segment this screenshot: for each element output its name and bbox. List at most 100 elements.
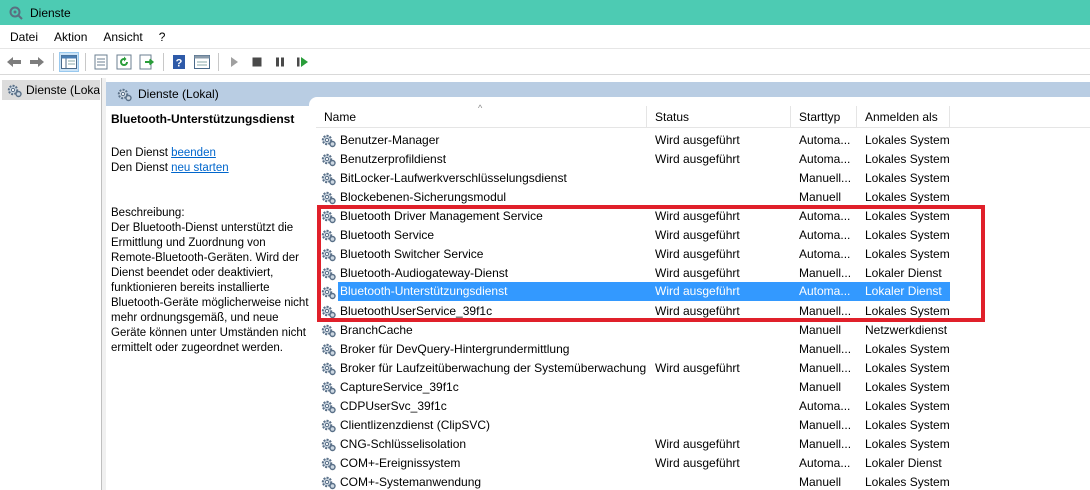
service-starttype: Automa... xyxy=(799,455,851,470)
service-logon: Lokaler Dienst xyxy=(857,282,950,301)
service-row[interactable]: Broker für DevQuery-Hintergrundermittlun… xyxy=(316,339,1090,358)
service-status: Wird ausgeführt xyxy=(647,282,791,301)
column-header-name-label: Name xyxy=(324,110,357,124)
service-name-cell: Bluetooth Switcher Service xyxy=(316,246,647,262)
service-logon: Netzwerkdienst xyxy=(865,322,948,337)
column-header-starttype-label: Starttyp xyxy=(799,110,841,124)
toolbar-separator xyxy=(53,52,54,71)
service-row[interactable]: CNG-Schlüsselisolation Wird ausgeführt Man… xyxy=(316,434,1090,453)
restart-icon[interactable] xyxy=(293,52,313,72)
service-logon: Lokales System xyxy=(865,474,950,489)
service-name-cell: Blockebenen-Sicherungsmodul xyxy=(316,189,647,205)
service-row[interactable]: Bluetooth-Unterstützungsdienst Wird ausge… xyxy=(316,282,1090,301)
service-status: Wird ausgeführt xyxy=(655,455,740,470)
service-status: Wird ausgeführt xyxy=(655,360,740,375)
pause-icon[interactable] xyxy=(270,52,290,72)
toolbar-separator xyxy=(218,52,219,71)
service-row[interactable]: BranchCache Manuell Netzwerkdienst xyxy=(316,320,1090,339)
service-name: Bluetooth-Audiogateway-Dienst xyxy=(340,265,509,280)
gear-icon xyxy=(320,246,336,262)
service-starttype: Automa... xyxy=(799,246,851,261)
service-row[interactable]: CDPUserSvc_39f1c Automa... Lokales System xyxy=(316,396,1090,415)
service-name: COM+-Systemanwendung xyxy=(340,474,482,489)
service-row[interactable]: Blockebenen-Sicherungsmodul Manuell Lokale… xyxy=(316,187,1090,206)
service-logon: Lokales System xyxy=(865,227,950,242)
service-starttype: Automa... xyxy=(799,227,851,242)
service-actions: Den Dienst beenden Den Dienst neu starte… xyxy=(111,146,309,176)
gear-icon xyxy=(320,436,336,452)
service-name-cell: Broker für Laufzeitüberwachung der Syste… xyxy=(316,360,647,376)
service-name: Bluetooth Switcher Service xyxy=(340,246,484,261)
service-logon: Lokales System xyxy=(865,379,950,394)
service-row[interactable]: BluetoothUserService_39f1c Wird ausgeführ… xyxy=(316,301,1090,320)
service-name-cell: CNG-Schlüsselisolation xyxy=(316,436,647,452)
service-logon: Lokales System xyxy=(865,360,950,375)
stop-icon[interactable] xyxy=(247,52,267,72)
service-row[interactable]: Clientlizenzdienst (ClipSVC) Manuell... Lo… xyxy=(316,415,1090,434)
gear-icon xyxy=(320,170,336,186)
column-header-name[interactable]: ^ Name xyxy=(316,103,647,128)
sort-ascending-icon: ^ xyxy=(478,103,483,113)
service-logon: Lokales System xyxy=(865,436,950,451)
service-status: Wird ausgeführt xyxy=(655,208,740,223)
service-name: BitLocker-Laufwerkverschlüsselungsdienst xyxy=(340,170,567,185)
service-starttype: Manuell xyxy=(799,322,842,337)
help-icon[interactable]: ? xyxy=(169,52,189,72)
service-logon: Lokales System xyxy=(865,208,950,223)
menu-datei[interactable]: Datei xyxy=(0,30,46,44)
forward-icon[interactable] xyxy=(27,52,47,72)
service-row[interactable]: Benutzer-Manager Wird ausgeführt Automa...… xyxy=(316,130,1090,149)
service-row[interactable]: Bluetooth-Audiogateway-Dienst Wird ausgef… xyxy=(316,263,1090,282)
menu-ansicht[interactable]: Ansicht xyxy=(95,30,150,44)
service-logon: Lokales System xyxy=(865,417,950,432)
service-name: Bluetooth Driver Management Service xyxy=(340,208,543,223)
column-header-starttype[interactable]: Starttyp xyxy=(791,106,857,128)
service-row[interactable]: Bluetooth Service Wird ausgeführt Automa..… xyxy=(316,225,1090,244)
service-row[interactable]: CaptureService_39f1c Manuell Lokales Syste… xyxy=(316,377,1090,396)
services-gear-icon xyxy=(8,5,24,21)
stop-service-link[interactable]: beenden xyxy=(171,147,216,159)
service-name-cell: BitLocker-Laufwerkverschlüsselungsdienst xyxy=(316,170,647,186)
service-starttype: Manuell xyxy=(799,189,842,204)
restart-service-link[interactable]: neu starten xyxy=(171,162,229,174)
tree-node-dienste[interactable]: Dienste (Loka xyxy=(2,80,100,100)
service-status: Wird ausgeführt xyxy=(655,303,740,318)
service-name: Clientlizenzdienst (ClipSVC) xyxy=(340,417,491,432)
export-icon[interactable] xyxy=(137,52,157,72)
play-icon[interactable] xyxy=(224,52,244,72)
service-status: Wird ausgeführt xyxy=(655,132,740,147)
menu-aktion[interactable]: Aktion xyxy=(46,30,95,44)
column-header-status[interactable]: Status xyxy=(647,106,791,128)
service-starttype: Manuell... xyxy=(799,265,852,280)
back-icon[interactable] xyxy=(4,52,24,72)
menu-help[interactable]: ? xyxy=(151,30,174,44)
tree-node-label: Dienste (Loka xyxy=(26,83,100,97)
service-logon: Lokales System xyxy=(865,151,950,166)
service-row[interactable]: Bluetooth Switcher Service Wird ausgeführ… xyxy=(316,244,1090,263)
properties-icon[interactable] xyxy=(91,52,111,72)
service-starttype: Manuell xyxy=(799,379,842,394)
service-logon: Lokales System xyxy=(865,189,950,204)
service-row[interactable]: Broker für Laufzeitüberwachung der Syste… xyxy=(316,358,1090,377)
console-tree: Dienste (Loka xyxy=(0,78,102,490)
service-starttype: Manuell... xyxy=(799,360,852,375)
service-name-cell: CaptureService_39f1c xyxy=(316,379,647,395)
service-logon: Lokales System xyxy=(865,246,950,261)
service-name-cell: BranchCache xyxy=(316,322,647,338)
service-row[interactable]: BitLocker-Laufwerkverschlüsselungsdienst… xyxy=(316,168,1090,187)
service-row[interactable]: COM+-Systemanwendung Manuell Lokales Syste… xyxy=(316,472,1090,490)
gear-icon xyxy=(320,341,336,357)
show-tree-icon[interactable] xyxy=(59,51,79,72)
service-row[interactable]: Bluetooth Driver Management Service Wird … xyxy=(316,206,1090,225)
column-header-logon[interactable]: Anmelden als xyxy=(857,106,950,128)
refresh-icon[interactable] xyxy=(114,52,134,72)
service-row[interactable]: Benutzerprofildienst Wird ausgeführt Autom… xyxy=(316,149,1090,168)
gear-icon xyxy=(320,208,336,224)
service-name-cell: Clientlizenzdienst (ClipSVC) xyxy=(316,417,647,433)
console-icon[interactable] xyxy=(192,52,212,72)
restart-prefix: Den Dienst xyxy=(111,162,172,174)
service-name-cell: Bluetooth Service xyxy=(316,227,647,243)
service-name-cell: Bluetooth Driver Management Service xyxy=(316,208,647,224)
service-row[interactable]: COM+-Ereignissystem Wird ausgeführt Automa… xyxy=(316,453,1090,472)
service-name-cell: CDPUserSvc_39f1c xyxy=(316,398,647,414)
